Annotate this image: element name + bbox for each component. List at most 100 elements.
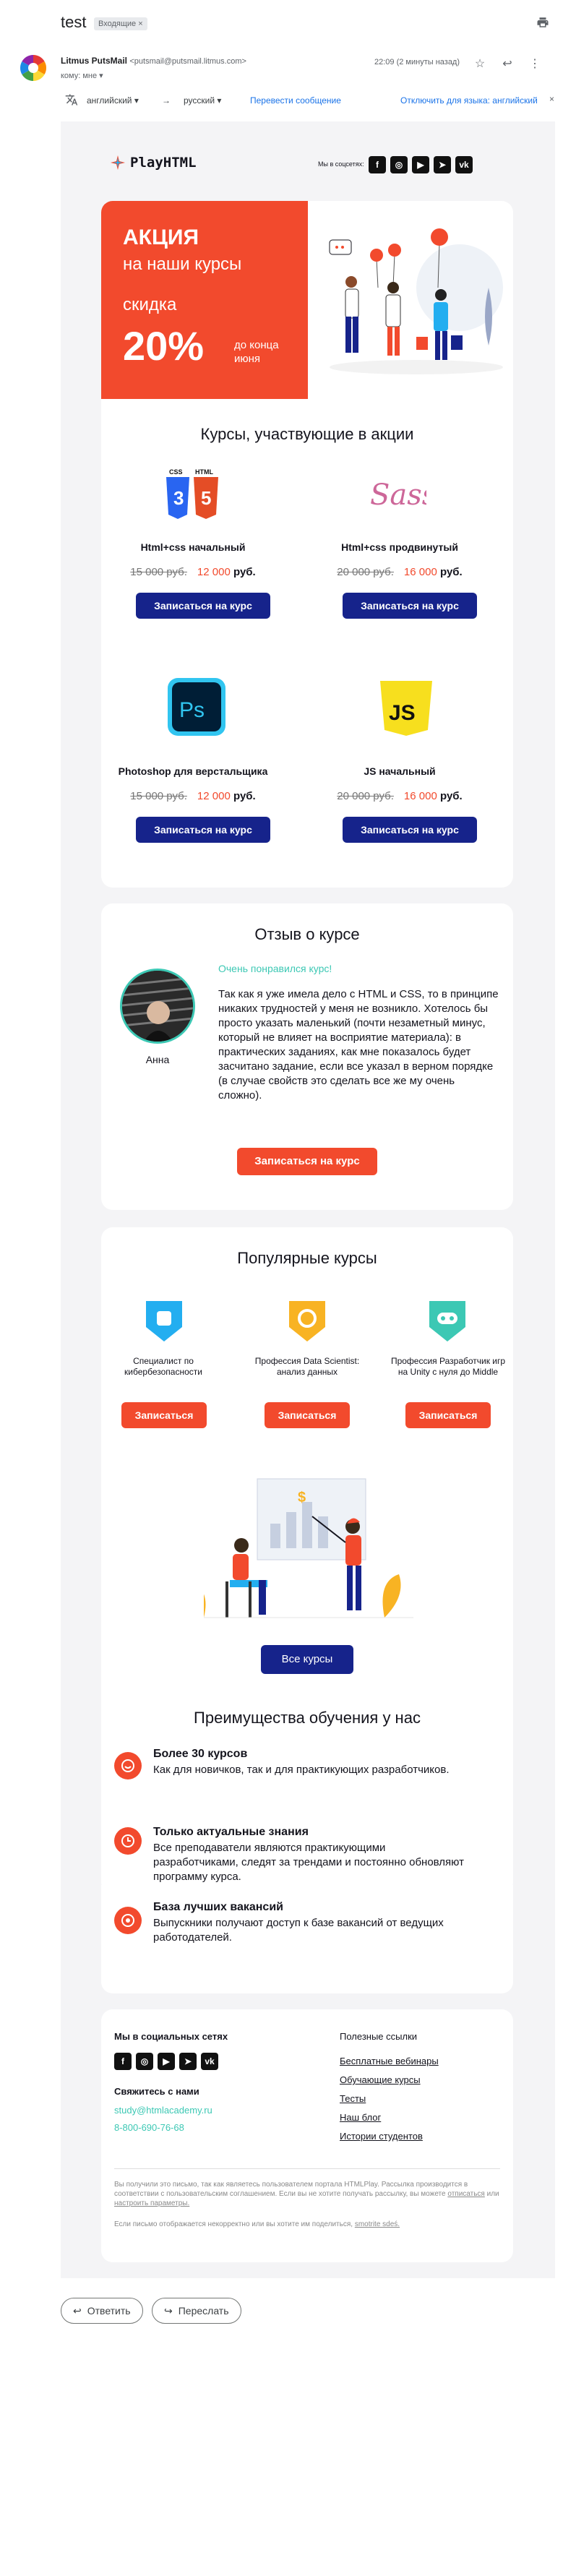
promo-banner: АКЦИЯ на наши курсы скидка 20% до конца и… — [101, 201, 308, 399]
footer-link-blog[interactable]: Наш блог — [340, 2112, 381, 2123]
popular-course-title: Специалист по кибербезопасности — [124, 1356, 202, 1377]
disable-translate-link[interactable]: Отключить для языка: английский — [400, 95, 538, 106]
more-icon[interactable]: ⋮ — [526, 55, 543, 72]
recipient-dropdown[interactable]: кому: мне ▾ — [61, 71, 103, 80]
message-time: 22:09 (2 минуты назад) — [374, 58, 460, 66]
courses-heading: Курсы, участвующие в акции — [200, 425, 414, 443]
clock-icon — [114, 1827, 142, 1855]
print-icon[interactable] — [536, 16, 549, 29]
close-icon[interactable]: × — [549, 94, 554, 104]
footer-link-webinars[interactable]: Бесплатные вебинары — [340, 2056, 439, 2066]
contact-phone-link[interactable]: 8-800-690-76-68 — [114, 2122, 184, 2133]
telegram-icon[interactable]: ➤ — [434, 156, 451, 173]
popular-signup-button[interactable]: Записаться — [121, 1402, 207, 1428]
promo-percent: 20% — [123, 323, 205, 369]
sender-avatar — [19, 53, 48, 82]
facebook-icon[interactable]: f — [114, 2053, 132, 2070]
svg-text:HTML: HTML — [195, 468, 213, 476]
course-title: Photoshop для верстальщика — [118, 765, 268, 777]
popular-course-title: Профессия Data Scientist: анализ данных — [254, 1356, 360, 1377]
footer-link-courses[interactable]: Обучающие курсы — [340, 2074, 421, 2085]
settings-link[interactable]: настроить параметры. — [114, 2199, 189, 2207]
translate-bar: английский ▾ → русский ▾ Перевести сообщ… — [61, 90, 559, 116]
svg-text:JS: JS — [389, 701, 416, 725]
footer-social-heading: Мы в социальных сетях — [114, 2031, 228, 2042]
smile-icon — [114, 1752, 142, 1779]
vk-icon[interactable]: vk — [201, 2053, 218, 2070]
review-text: Так как я уже имела дело с HTML и CSS, т… — [218, 988, 499, 1102]
footer-link-tests[interactable]: Тесты — [340, 2093, 366, 2104]
course-signup-button[interactable]: Записаться на курс — [343, 593, 477, 619]
footer-card: Мы в социальных сетях f ◎ ▶ ➤ vk Свяжите… — [101, 2009, 513, 2262]
youtube-icon[interactable]: ▶ — [412, 156, 429, 173]
footer-link-stories[interactable]: Истории студентов — [340, 2131, 423, 2142]
forward-icon: ↪ — [164, 2304, 173, 2317]
advantage-title: База лучших вакансий — [153, 1901, 283, 1913]
gamepad-icon — [429, 1301, 465, 1341]
popular-course-title: Профессия Разработчик игр на Unity с нул… — [390, 1356, 506, 1377]
inbox-label-chip[interactable]: Входящие × — [94, 17, 147, 30]
js-icon: JS — [379, 679, 434, 737]
course-title: Html+css продвинутый — [341, 541, 458, 553]
reviewer-name: Анна — [145, 1054, 170, 1065]
translate-icon — [65, 93, 78, 106]
arrow-right-icon: → — [162, 95, 171, 106]
svg-text:3: 3 — [173, 487, 184, 509]
sass-icon: Sass — [369, 467, 426, 525]
source-language-select[interactable]: английский ▾ — [87, 95, 139, 106]
svg-text:Ps: Ps — [179, 698, 205, 722]
translate-message-link[interactable]: Перевести сообщение — [250, 95, 341, 106]
sender-name[interactable]: Litmus PutsMail <putsmail@putsmail.litmu… — [61, 56, 246, 66]
popular-signup-button[interactable]: Записаться — [405, 1402, 491, 1428]
star-icon[interactable]: ☆ — [471, 55, 489, 72]
course-price: 15 000 руб. 12 000 руб. — [130, 790, 256, 802]
course-price: 20 000 руб. 16 000 руб. — [337, 790, 463, 802]
popular-card: Популярные курсы Специалист по кибербезо… — [101, 1227, 513, 1894]
course-signup-button[interactable]: Записаться на курс — [343, 817, 477, 843]
advantage-text: Как для новичков, так и для практикующих… — [153, 1764, 450, 1776]
youtube-icon[interactable]: ▶ — [158, 2053, 175, 2070]
instagram-icon[interactable]: ◎ — [390, 156, 408, 173]
email-body: PlayHTML Мы в соцсетях: f ◎ ▶ ➤ vk АКЦИЯ… — [61, 121, 555, 2278]
useful-links-heading: Полезные ссылки — [340, 2031, 418, 2042]
unsubscribe-link[interactable]: отписаться — [447, 2190, 484, 2198]
target-language-select[interactable]: русский ▾ — [184, 95, 221, 106]
promo-title: АКЦИЯ — [123, 226, 199, 249]
data-science-icon — [289, 1301, 325, 1341]
forward-button[interactable]: ↪ Переслать — [152, 2298, 241, 2324]
social-label: Мы в соцсетях: — [318, 160, 364, 168]
photoshop-icon: Ps — [168, 678, 225, 736]
reply-icon[interactable]: ↩ — [499, 55, 516, 72]
sender-email: <putsmail@putsmail.litmus.com> — [129, 57, 246, 66]
promo-illustration — [308, 201, 513, 399]
legal-text: Вы получили это письмо, так как являетес… — [114, 2181, 499, 2207]
review-signup-button[interactable]: Записаться на курс — [237, 1148, 377, 1175]
all-courses-button[interactable]: Все курсы — [261, 1645, 353, 1674]
email-subject: test — [61, 13, 87, 31]
contact-heading: Свяжитесь с нами — [114, 2086, 199, 2097]
reply-button[interactable]: ↩ Ответить — [61, 2298, 143, 2324]
shield-icon — [146, 1301, 182, 1341]
footer-divider — [114, 2168, 500, 2169]
advantage-title: Только актуальные знания — [153, 1826, 309, 1838]
course-signup-button[interactable]: Записаться на курс — [136, 817, 270, 843]
logo-text: PlayHTML — [130, 155, 197, 171]
facebook-icon[interactable]: f — [369, 156, 386, 173]
popular-heading: Популярные курсы — [237, 1249, 377, 1267]
view-online-link[interactable]: smotrite sdeś. — [355, 2220, 400, 2228]
telegram-icon[interactable]: ➤ — [179, 2053, 197, 2070]
advantage-text: Все преподаватели являются практикующими… — [153, 1842, 464, 1883]
promo-discount-label: скидка — [123, 295, 177, 314]
instagram-icon[interactable]: ◎ — [136, 2053, 153, 2070]
footer-social-links: f ◎ ▶ ➤ vk — [114, 2053, 218, 2070]
advantage-text: Выпускники получают доступ к базе ваканс… — [153, 1917, 444, 1944]
popular-signup-button[interactable]: Записаться — [265, 1402, 350, 1428]
brand-logo[interactable]: PlayHTML — [110, 155, 197, 171]
vk-icon[interactable]: vk — [455, 156, 473, 173]
presentation-illustration: $ — [204, 1473, 413, 1625]
course-signup-button[interactable]: Записаться на курс — [136, 593, 270, 619]
course-title: Html+css начальный — [140, 541, 246, 553]
review-lead: Очень понравился курс! — [218, 963, 332, 974]
courses-card: АКЦИЯ на наши курсы скидка 20% до конца и… — [101, 201, 513, 888]
contact-email-link[interactable]: study@htmlacademy.ru — [114, 2105, 212, 2116]
